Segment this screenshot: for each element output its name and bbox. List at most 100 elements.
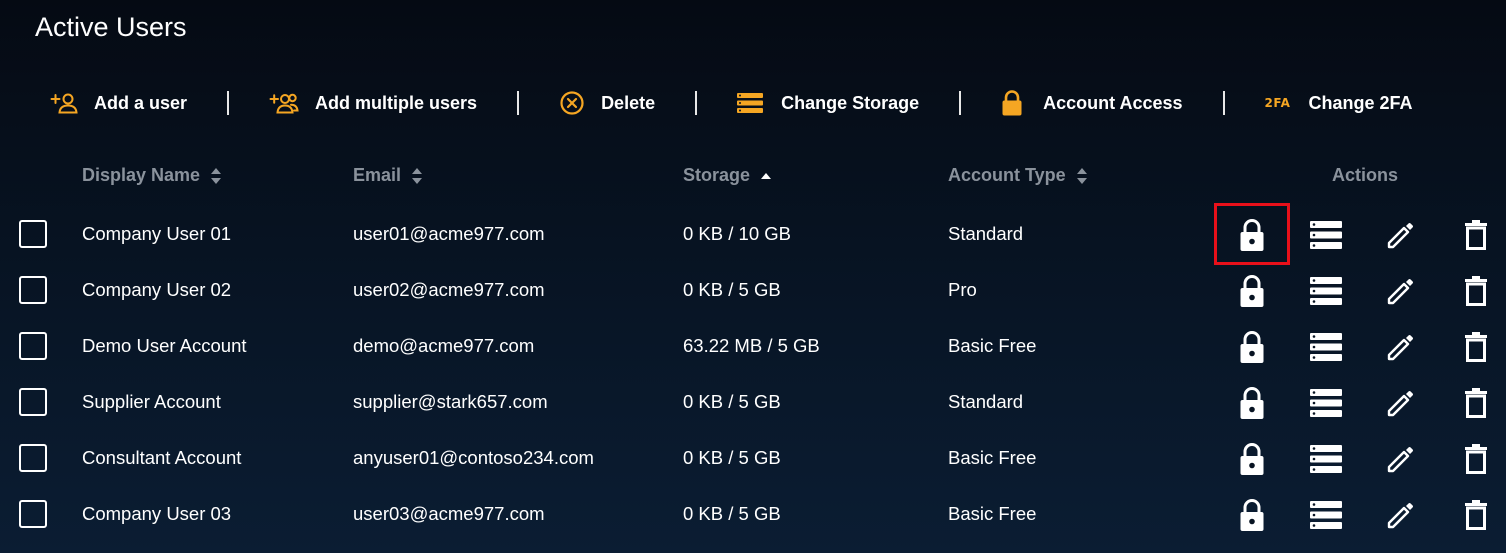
sort-toggle-icon (210, 167, 222, 185)
row-checkbox[interactable] (19, 332, 47, 360)
lock-icon (1240, 275, 1264, 307)
storage-icon (1310, 221, 1342, 249)
account-access-action[interactable] (1232, 327, 1272, 367)
email-cell: anyuser01@contoso234.com (353, 447, 594, 468)
account-type-cell: Basic Free (948, 447, 1037, 468)
email-cell: demo@acme977.com (353, 335, 535, 356)
trash-icon (1465, 444, 1487, 474)
toolbar-divider (227, 91, 230, 115)
delete-user-action[interactable] (1456, 495, 1496, 535)
account-access-action[interactable] (1232, 495, 1272, 535)
edit-user-action[interactable] (1381, 271, 1421, 311)
account-type-cell: Basic Free (948, 503, 1037, 524)
sort-ascending-icon (760, 171, 772, 181)
add-user-icon (50, 92, 78, 114)
account-access-button[interactable]: Account Access (1001, 90, 1183, 116)
lock-icon (1240, 219, 1264, 251)
lock-icon (1240, 499, 1264, 531)
storage-cell: 0 KB / 5 GB (683, 391, 781, 412)
account-access-action[interactable] (1232, 383, 1272, 423)
account-type-cell: Basic Free (948, 335, 1037, 356)
toolbar: Add a user Add multiple users Delete Cha… (50, 86, 1413, 120)
change-storage-action[interactable] (1306, 215, 1346, 255)
storage-cell: 63.22 MB / 5 GB (683, 335, 820, 356)
account-type-cell: Pro (948, 279, 977, 300)
sort-toggle-icon (411, 167, 423, 185)
column-header-storage[interactable]: Storage (683, 165, 772, 186)
pencil-icon (1387, 223, 1413, 249)
change-2fa-button[interactable]: 2FA Change 2FA (1265, 93, 1413, 114)
table-row: Company User 02 user02@acme977.com 0 KB … (0, 263, 1506, 319)
lock-icon (1001, 90, 1023, 116)
row-checkbox[interactable] (19, 220, 47, 248)
account-access-label: Account Access (1043, 92, 1183, 113)
edit-user-action[interactable] (1381, 327, 1421, 367)
delete-user-action[interactable] (1456, 327, 1496, 367)
change-storage-button[interactable]: Change Storage (737, 93, 919, 114)
row-checkbox[interactable] (19, 444, 47, 472)
toolbar-divider (1222, 91, 1225, 115)
edit-user-action[interactable] (1381, 495, 1421, 535)
account-type-cell: Standard (948, 223, 1024, 244)
storage-icon (737, 93, 764, 113)
lock-icon (1240, 331, 1264, 363)
row-checkbox[interactable] (19, 388, 47, 416)
storage-cell: 0 KB / 10 GB (683, 223, 791, 244)
change-storage-action[interactable] (1306, 383, 1346, 423)
email-cell: user02@acme977.com (353, 279, 545, 300)
trash-icon (1465, 388, 1487, 418)
email-cell: user01@acme977.com (353, 223, 545, 244)
account-access-action[interactable] (1232, 271, 1272, 311)
table-row: Supplier Account supplier@stark657.com 0… (0, 375, 1506, 431)
storage-icon (1310, 333, 1342, 361)
trash-icon (1465, 220, 1487, 250)
display-name-cell: Supplier Account (82, 391, 221, 412)
add-multiple-users-icon (269, 92, 299, 114)
change-storage-action[interactable] (1306, 495, 1346, 535)
add-multiple-users-button[interactable]: Add multiple users (269, 92, 477, 114)
display-name-cell: Consultant Account (82, 447, 242, 468)
column-header-email[interactable]: Email (353, 165, 423, 186)
table-row: Company User 03 user03@acme977.com 0 KB … (0, 487, 1506, 543)
edit-user-action[interactable] (1381, 439, 1421, 479)
column-header-actions: Actions (1332, 165, 1399, 185)
storage-icon (1310, 277, 1342, 305)
change-storage-action[interactable] (1306, 439, 1346, 479)
column-header-account-type[interactable]: Account Type (948, 165, 1088, 186)
email-cell: supplier@stark657.com (353, 391, 548, 412)
page-title: Active Users (35, 12, 187, 42)
edit-user-action[interactable] (1381, 383, 1421, 423)
pencil-icon (1387, 279, 1413, 305)
table-row: Company User 01 user01@acme977.com 0 KB … (0, 207, 1506, 263)
account-access-action[interactable] (1232, 439, 1272, 479)
row-checkbox[interactable] (19, 500, 47, 528)
delete-label: Delete (601, 92, 656, 113)
delete-user-action[interactable] (1456, 383, 1496, 423)
edit-user-action[interactable] (1381, 215, 1421, 255)
table-row: Consultant Account anyuser01@contoso234.… (0, 431, 1506, 487)
delete-user-action[interactable] (1456, 439, 1496, 479)
storage-cell: 0 KB / 5 GB (683, 447, 781, 468)
column-header-display-name[interactable]: Display Name (82, 165, 222, 186)
change-storage-action[interactable] (1306, 271, 1346, 311)
lock-icon (1240, 443, 1264, 475)
display-name-cell: Company User 03 (82, 503, 232, 524)
add-multiple-users-label: Add multiple users (315, 92, 478, 113)
storage-cell: 0 KB / 5 GB (683, 503, 781, 524)
2fa-icon: 2FA (1264, 96, 1291, 110)
toolbar-divider (517, 91, 520, 115)
table-row: Demo User Account demo@acme977.com 63.22… (0, 319, 1506, 375)
change-storage-action[interactable] (1306, 327, 1346, 367)
add-user-button[interactable]: Add a user (50, 92, 187, 114)
account-access-action[interactable] (1232, 215, 1272, 255)
delete-button[interactable]: Delete (559, 90, 655, 116)
storage-icon (1310, 389, 1342, 417)
storage-icon (1310, 445, 1342, 473)
add-user-label: Add a user (94, 92, 188, 113)
pencil-icon (1387, 503, 1413, 529)
pencil-icon (1387, 447, 1413, 473)
delete-user-action[interactable] (1456, 271, 1496, 311)
account-type-cell: Standard (948, 391, 1024, 412)
delete-user-action[interactable] (1456, 215, 1496, 255)
row-checkbox[interactable] (19, 276, 47, 304)
